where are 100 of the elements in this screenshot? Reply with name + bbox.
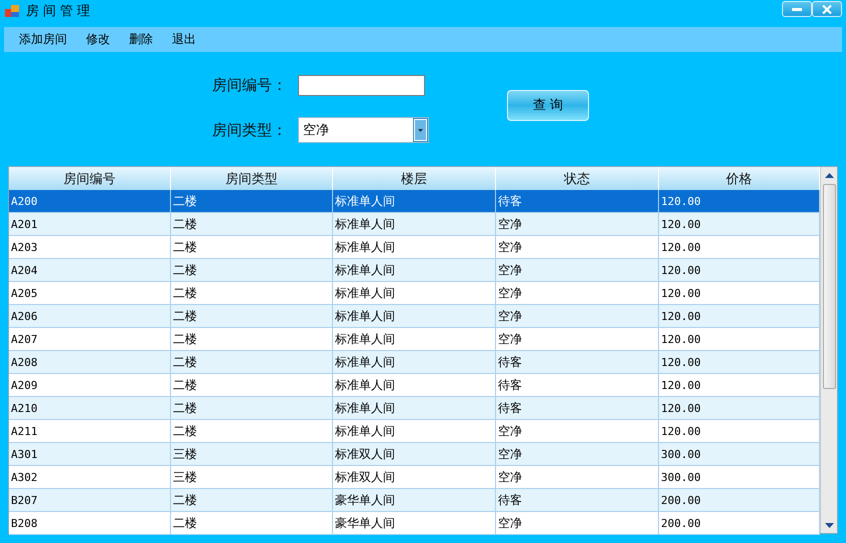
table-cell: A201 [9,213,171,236]
column-header[interactable]: 状态 [496,167,659,190]
column-header[interactable]: 价格 [659,167,820,190]
table-cell: 三楼 [171,443,333,466]
table-cell: 120.00 [659,236,820,259]
table-cell: 标准单人间 [333,351,496,374]
table-cell: 标准单人间 [333,282,496,305]
table-cell: 待客 [496,374,659,397]
menu-item[interactable]: 删除 [124,28,158,51]
table-cell: 三楼 [171,466,333,489]
table-cell: 120.00 [659,190,820,213]
window-title: 房间管理 [26,3,95,20]
app-icon [5,4,20,18]
table-cell: 二楼 [171,259,333,282]
table-cell: 二楼 [171,512,333,535]
table-cell: A302 [9,466,171,489]
table-cell: A203 [9,236,171,259]
scroll-down-icon[interactable] [824,522,834,528]
room-number-field[interactable] [298,75,425,96]
table-cell: 120.00 [659,351,820,374]
table-cell: 豪华单人间 [333,512,496,535]
table-cell: 120.00 [659,328,820,351]
table-cell: 120.00 [659,305,820,328]
table-cell: 二楼 [171,489,333,512]
table-cell: 标准单人间 [333,328,496,351]
table-cell: 120.00 [659,282,820,305]
table-cell: 300.00 [659,443,820,466]
table-cell: 300.00 [659,466,820,489]
table-cell: B208 [9,512,171,535]
table-cell: 豪华单人间 [333,489,496,512]
table-cell: 空净 [496,259,659,282]
menu-item[interactable]: 修改 [81,28,115,51]
close-button[interactable] [812,1,842,17]
table-cell: 二楼 [171,282,333,305]
table-cell: 空净 [496,213,659,236]
table-cell: 空净 [496,466,659,489]
table-cell: A207 [9,328,171,351]
table-cell: 二楼 [171,420,333,443]
table-cell: 二楼 [171,351,333,374]
table-cell: 二楼 [171,190,333,213]
table-cell: 120.00 [659,213,820,236]
table-cell: 二楼 [171,397,333,420]
table-cell: A211 [9,420,171,443]
table-cell: 120.00 [659,259,820,282]
table-cell: A209 [9,374,171,397]
table-cell: 标准单人间 [333,397,496,420]
table-cell: 空净 [496,328,659,351]
search-button[interactable]: 查 询 [507,90,589,120]
table-cell: 标准单人间 [333,213,496,236]
table-cell: 标准单人间 [333,190,496,213]
menu-item[interactable]: 添加房间 [14,28,72,51]
column-header[interactable]: 楼层 [333,167,496,190]
table-cell: A200 [9,190,171,213]
table-cell: B207 [9,489,171,512]
table-cell: 空净 [496,305,659,328]
table-cell: 标准单人间 [333,236,496,259]
table-cell: 标准单人间 [333,374,496,397]
table-cell: 二楼 [171,213,333,236]
table-cell: A210 [9,397,171,420]
table-cell: 二楼 [171,328,333,351]
table-cell: 空净 [496,443,659,466]
scrollbar[interactable] [820,167,837,533]
table-cell: 二楼 [171,305,333,328]
table-cell: 空净 [496,236,659,259]
table-cell: 待客 [496,397,659,420]
table-cell: 120.00 [659,374,820,397]
column-header[interactable]: 房间类型 [171,167,333,190]
minimize-button[interactable] [782,1,812,17]
close-icon [822,4,832,14]
table-cell: 120.00 [659,397,820,420]
column-header[interactable]: 房间编号 [9,167,171,190]
table-cell: 二楼 [171,374,333,397]
field-label: 房间编号： [212,76,288,95]
table-cell: 120.00 [659,420,820,443]
table-cell: 标准双人间 [333,466,496,489]
table-cell: 二楼 [171,236,333,259]
scroll-thumb[interactable] [822,184,836,389]
table-cell: A206 [9,305,171,328]
menu-item[interactable]: 退出 [167,28,201,51]
table-cell: A208 [9,351,171,374]
minimize-icon [792,7,802,11]
table-cell: 标准双人间 [333,443,496,466]
table-cell: 标准单人间 [333,420,496,443]
table-cell: 空净 [496,282,659,305]
table-cell: 标准单人间 [333,305,496,328]
table-cell: 待客 [496,351,659,374]
table-cell: A205 [9,282,171,305]
table-cell: 待客 [496,489,659,512]
room-type-dropdown[interactable]: 空净 [298,117,429,143]
table-cell: A204 [9,259,171,282]
scroll-up-icon[interactable] [824,172,834,178]
table-cell: 待客 [496,190,659,213]
caret-icon [418,128,423,132]
table-cell: A301 [9,443,171,466]
table-cell: 200.00 [659,489,820,512]
table-cell: 标准单人间 [333,259,496,282]
table-cell: 空净 [496,512,659,535]
table-cell: 200.00 [659,512,820,535]
field-label: 房间类型： [212,120,288,140]
table-cell: 空净 [496,420,659,443]
